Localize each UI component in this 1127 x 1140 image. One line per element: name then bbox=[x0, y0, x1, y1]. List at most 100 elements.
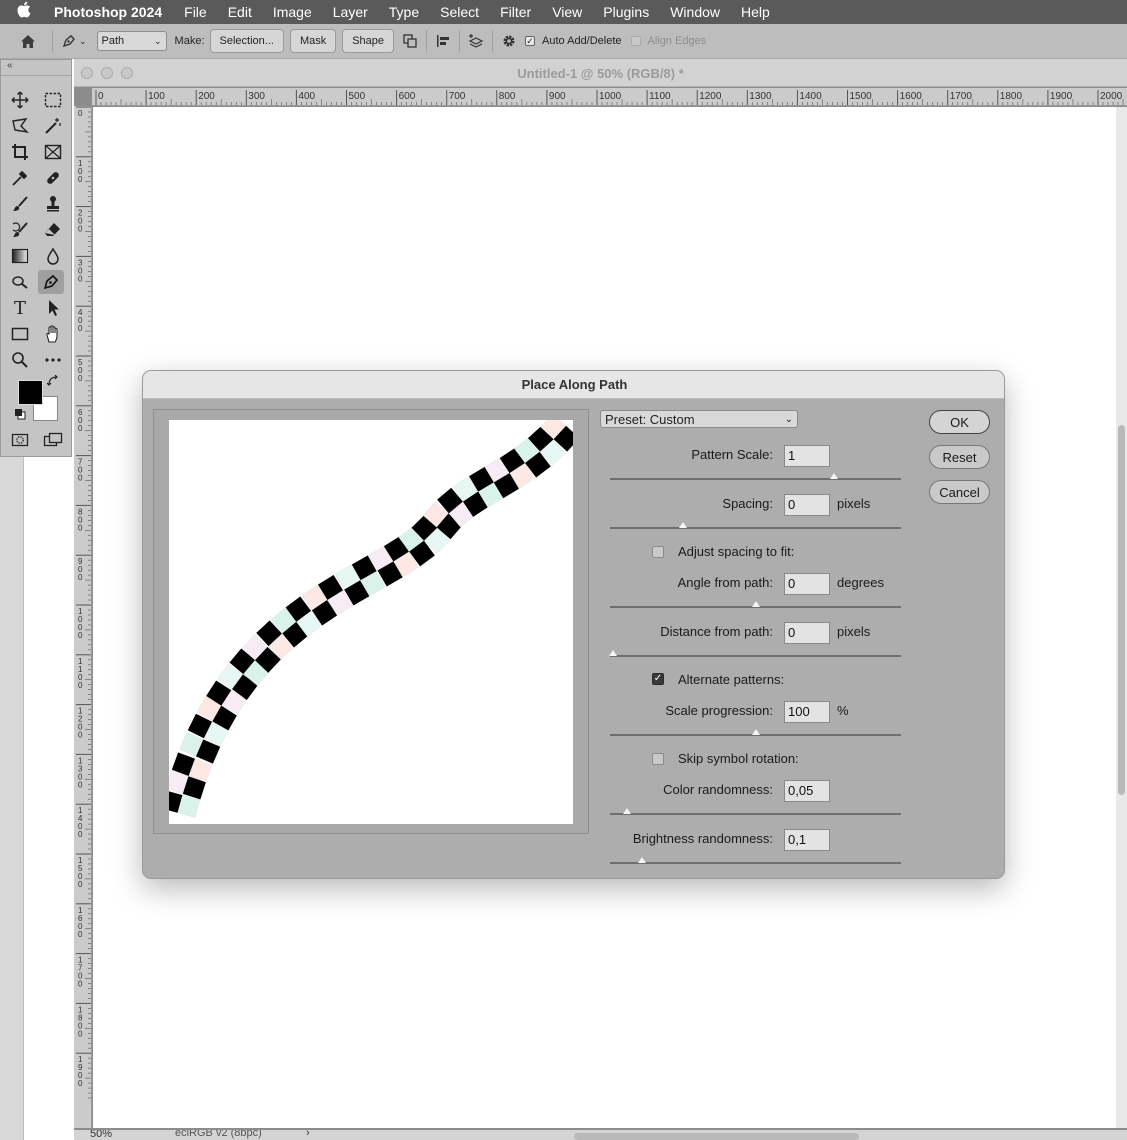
spacing-input[interactable]: 0 bbox=[784, 494, 830, 516]
dodge-icon[interactable] bbox=[7, 270, 33, 294]
color-randomness-input[interactable]: 0,05 bbox=[784, 780, 830, 802]
gradient-icon[interactable] bbox=[7, 244, 33, 268]
history-brush-icon[interactable] bbox=[7, 218, 33, 242]
path-alignment-icon[interactable] bbox=[433, 31, 453, 51]
stamp-icon[interactable] bbox=[40, 192, 66, 216]
distance-label: Distance from path: bbox=[660, 624, 773, 639]
lasso-icon[interactable] bbox=[7, 114, 33, 138]
chevron-right-icon[interactable]: › bbox=[306, 1130, 310, 1139]
menu-help[interactable]: Help bbox=[741, 4, 770, 20]
zoom-icon[interactable] bbox=[7, 348, 33, 372]
ruler-tick-label: 0 bbox=[78, 424, 83, 433]
menu-select[interactable]: Select bbox=[440, 4, 479, 20]
home-icon[interactable] bbox=[18, 31, 38, 51]
alternate-patterns-label: Alternate patterns: bbox=[678, 672, 785, 687]
horizontal-ruler[interactable]: 0 100 200 300 400 500 600 700 800 900 1000 1100 1200… bbox=[92, 88, 1127, 106]
pattern-scale-slider-knob[interactable] bbox=[830, 473, 839, 479]
menu-bar: Photoshop 2024 File Edit Image Layer Typ… bbox=[0, 0, 1127, 24]
reset-button[interactable]: Reset bbox=[929, 445, 990, 469]
marquee-icon[interactable] bbox=[40, 88, 66, 112]
work-path[interactable] bbox=[93, 107, 1116, 147]
path-select-icon[interactable] bbox=[40, 296, 66, 320]
eyedropper-icon[interactable] bbox=[7, 166, 33, 190]
dialog-title-bar[interactable]: Place Along Path bbox=[143, 371, 1004, 399]
hand-icon[interactable] bbox=[40, 322, 66, 346]
menu-layer[interactable]: Layer bbox=[333, 4, 368, 20]
skip-rotation-checkbox[interactable] bbox=[652, 753, 664, 765]
more-icon[interactable] bbox=[40, 348, 66, 372]
ruler-tick-label: 0 bbox=[78, 631, 83, 640]
crop-icon[interactable] bbox=[7, 140, 33, 164]
angle-slider-knob[interactable] bbox=[751, 601, 760, 607]
foreground-color-swatch[interactable] bbox=[18, 380, 43, 405]
spacing-slider[interactable] bbox=[610, 522, 901, 529]
selection-button[interactable]: Selection... bbox=[209, 29, 284, 53]
path-mode-select[interactable]: Path ⌄ bbox=[96, 31, 167, 51]
shape-button[interactable]: Shape bbox=[342, 29, 395, 53]
gear-icon[interactable] bbox=[499, 31, 519, 51]
vertical-ruler[interactable]: 0100200300400500600700800900100011001200… bbox=[74, 106, 92, 1128]
path-arrangement-icon[interactable] bbox=[466, 31, 486, 51]
pen-tool-icon[interactable] bbox=[38, 270, 64, 294]
zoom-level[interactable]: 50% bbox=[90, 1130, 112, 1140]
horizontal-scroll-thumb[interactable] bbox=[574, 1133, 859, 1140]
ok-button[interactable]: OK bbox=[929, 410, 990, 434]
default-colors-icon[interactable] bbox=[13, 407, 27, 421]
brightness-randomness-input[interactable]: 0,1 bbox=[784, 829, 830, 851]
pattern-scale-input[interactable]: 1 bbox=[784, 445, 830, 467]
type-icon[interactable]: T bbox=[7, 296, 33, 320]
brightness-randomness-slider-knob[interactable] bbox=[638, 857, 646, 863]
apple-icon[interactable] bbox=[16, 1, 42, 23]
chevron-down-icon[interactable]: ⌄ bbox=[79, 36, 87, 47]
menu-window[interactable]: Window bbox=[670, 4, 720, 20]
rectangle-icon[interactable] bbox=[7, 322, 33, 346]
scale-progression-input[interactable]: 100 bbox=[784, 701, 830, 723]
swap-colors-icon[interactable] bbox=[45, 373, 61, 389]
app-name-menu[interactable]: Photoshop 2024 bbox=[54, 4, 162, 20]
angle-input[interactable]: 0 bbox=[784, 573, 830, 595]
scale-progression-slider-knob[interactable] bbox=[751, 729, 760, 735]
place-along-path-dialog: Place Along Path Preset: Custom ⌄ OK Res… bbox=[142, 370, 1005, 879]
document-title-bar[interactable]: Untitled-1 @ 50% (RGB/8) * bbox=[74, 59, 1127, 87]
panel-collapse-handle[interactable]: « bbox=[1, 60, 71, 76]
screen-mode-icon[interactable] bbox=[40, 428, 66, 452]
distance-slider[interactable] bbox=[608, 650, 901, 657]
vertical-scroll-thumb[interactable] bbox=[1118, 425, 1125, 795]
scale-progression-slider[interactable] bbox=[610, 729, 901, 736]
magic-wand-icon[interactable] bbox=[40, 114, 66, 138]
menu-filter[interactable]: Filter bbox=[500, 4, 531, 20]
pen-tool-icon[interactable] bbox=[59, 31, 79, 51]
mask-button[interactable]: Mask bbox=[289, 29, 337, 53]
vertical-scrollbar[interactable] bbox=[1116, 107, 1127, 1128]
angle-slider[interactable] bbox=[610, 601, 901, 608]
color-randomness-slider[interactable] bbox=[610, 808, 901, 815]
healing-icon[interactable] bbox=[40, 166, 66, 190]
distance-slider-knob[interactable] bbox=[608, 650, 617, 656]
frame-icon[interactable] bbox=[40, 140, 66, 164]
menu-image[interactable]: Image bbox=[273, 4, 312, 20]
divider bbox=[492, 30, 494, 52]
brightness-randomness-slider[interactable] bbox=[610, 857, 901, 864]
cancel-button[interactable]: Cancel bbox=[929, 480, 990, 504]
adjust-spacing-checkbox[interactable] bbox=[652, 546, 664, 558]
auto-add-delete-checkbox[interactable]: ✓ bbox=[525, 36, 536, 46]
brush-icon[interactable] bbox=[7, 192, 33, 216]
blur-icon[interactable] bbox=[40, 244, 66, 268]
spacing-slider-knob[interactable] bbox=[678, 522, 687, 528]
eraser-icon[interactable] bbox=[40, 218, 66, 242]
path-operations-icon[interactable] bbox=[400, 31, 420, 51]
preset-select[interactable]: Preset: Custom ⌄ bbox=[600, 410, 798, 428]
distance-input[interactable]: 0 bbox=[784, 622, 830, 644]
menu-view[interactable]: View bbox=[552, 4, 582, 20]
alternate-patterns-checkbox[interactable]: ✓ bbox=[652, 673, 664, 685]
pattern-scale-slider[interactable] bbox=[610, 473, 901, 480]
menu-plugins[interactable]: Plugins bbox=[603, 4, 649, 20]
menu-type[interactable]: Type bbox=[389, 4, 419, 20]
move-icon[interactable] bbox=[7, 88, 33, 112]
ruler-tick-label: 100 bbox=[148, 91, 165, 102]
quick-mask-icon[interactable] bbox=[7, 428, 33, 452]
menu-edit[interactable]: Edit bbox=[228, 4, 252, 20]
menu-file[interactable]: File bbox=[184, 4, 207, 20]
color-randomness-slider-knob[interactable] bbox=[623, 808, 632, 814]
align-edges-checkbox[interactable] bbox=[630, 36, 641, 46]
